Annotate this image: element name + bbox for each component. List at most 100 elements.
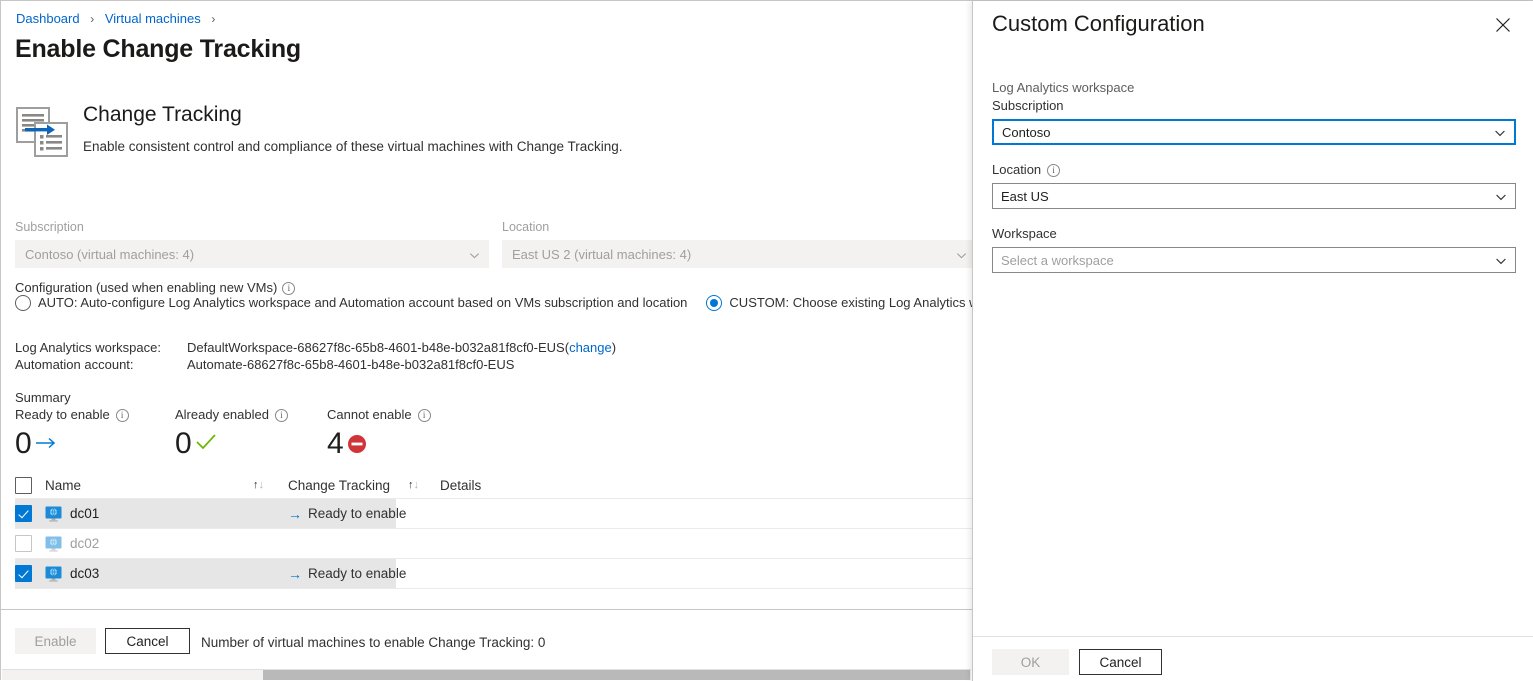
summary-card-already-value-row: 0	[175, 426, 327, 462]
info-icon[interactable]: i	[282, 281, 296, 295]
enable-change-tracking-blade: Dashboard › Virtual machines › Enable Ch…	[1, 1, 972, 681]
log-analytics-workspace-row: Log Analytics workspace: DefaultWorkspac…	[15, 339, 616, 356]
summary-card-already-label: Already enabled	[175, 407, 269, 422]
summary-card-cannot-header: Cannot enable i	[327, 406, 487, 424]
location-filter-label: Location	[502, 220, 550, 234]
workspace-info: Log Analytics workspace: DefaultWorkspac…	[15, 339, 616, 373]
column-header-details[interactable]: Details	[440, 478, 972, 493]
row-select-cell	[15, 565, 45, 582]
summary-card-cannot-value-row: 4	[327, 426, 487, 462]
radio-option-custom[interactable]: CUSTOM: Choose existing Log Analytics wo…	[706, 294, 972, 312]
breadcrumb-item-dashboard[interactable]: Dashboard	[16, 11, 80, 26]
blade-footer: Enable Cancel Number of virtual machines…	[1, 610, 972, 670]
custom-configuration-panel: Custom Configuration Log Analytics works…	[972, 1, 1533, 681]
breadcrumb-separator-icon: ›	[90, 12, 95, 26]
portal-window: Dashboard › Virtual machines › Enable Ch…	[0, 0, 1533, 681]
summary-card-ready-value-row: 0	[15, 426, 175, 462]
change-workspace-link[interactable]: change	[569, 340, 612, 355]
log-analytics-workspace-label: Log Analytics workspace:	[15, 340, 161, 355]
arrow-right-icon: →	[288, 565, 302, 582]
panel-location-label-text: Location	[992, 162, 1042, 177]
page-title: Enable Change Tracking	[15, 35, 301, 63]
panel-cancel-button[interactable]: Cancel	[1079, 649, 1162, 675]
horizontal-scrollbar-thumb[interactable]	[263, 670, 970, 680]
log-analytics-workspace-value: DefaultWorkspace-68627f8c-65b8-4601-b48e…	[187, 339, 616, 356]
column-header-name-label: Name	[45, 477, 82, 493]
summary-card-already-value: 0	[175, 427, 192, 460]
panel-group-label: Log Analytics workspace	[992, 80, 1135, 95]
row-checkbox[interactable]	[15, 505, 32, 522]
radio-option-auto[interactable]: AUTO: Auto-configure Log Analytics works…	[15, 294, 687, 312]
table-header-row: Name ↑↓ Change Tracking ↑↓ Details	[15, 472, 972, 499]
subscription-filter-label: Subscription	[15, 220, 84, 234]
radio-label-auto: AUTO: Auto-configure Log Analytics works…	[38, 295, 688, 310]
row-name-cell: dc03	[45, 566, 253, 582]
summary-card-ready-to-enable: Ready to enable i 0	[15, 406, 175, 462]
summary-card-ready-label: Ready to enable	[15, 407, 110, 422]
row-change-tracking-label: Ready to enable	[308, 566, 407, 581]
chevron-down-icon	[1494, 127, 1505, 138]
row-name-label: dc02	[70, 536, 100, 551]
automation-account-label: Automation account:	[15, 357, 134, 372]
chevron-down-icon	[1495, 255, 1506, 266]
breadcrumb: Dashboard › Virtual machines ›	[16, 10, 222, 28]
footer-note: Number of virtual machines to enable Cha…	[201, 635, 546, 650]
subscription-filter-value: Contoso (virtual machines: 4)	[25, 246, 195, 262]
chevron-down-icon	[1495, 191, 1506, 202]
subscription-filter-select[interactable]: Contoso (virtual machines: 4)	[15, 240, 489, 268]
breadcrumb-item-virtual-machines[interactable]: Virtual machines	[105, 11, 201, 26]
enable-button[interactable]: Enable	[15, 628, 96, 654]
row-checkbox[interactable]	[15, 535, 32, 552]
column-sort-change-tracking[interactable]: ↑↓	[408, 478, 440, 491]
row-select-cell	[15, 535, 45, 552]
table-row[interactable]: dc02	[15, 529, 972, 559]
location-filter-select[interactable]: East US 2 (virtual machines: 4)	[502, 240, 972, 268]
summary-card-cannot-value: 4	[327, 427, 344, 460]
info-icon[interactable]: i	[274, 408, 288, 422]
panel-subscription-label-text: Subscription	[992, 98, 1064, 113]
table-row[interactable]: dc03 → Ready to enable	[15, 559, 972, 589]
select-all-cell	[15, 476, 45, 494]
panel-workspace-label: Workspace	[992, 225, 1516, 243]
panel-title: Custom Configuration	[992, 11, 1205, 36]
column-sort-name[interactable]: ↑↓	[253, 479, 288, 491]
row-name-cell: dc01	[45, 506, 253, 522]
table-row[interactable]: dc01 → Ready to enable	[15, 499, 972, 529]
panel-location-label: Location i	[992, 161, 1516, 179]
panel-footer-divider	[973, 636, 1533, 637]
panel-subscription-value: Contoso	[1002, 124, 1051, 140]
select-all-checkbox[interactable]	[15, 476, 32, 494]
row-select-cell	[15, 505, 45, 522]
column-header-change-tracking[interactable]: Change Tracking	[288, 478, 408, 493]
virtual-machine-icon	[45, 506, 62, 522]
blocked-icon	[346, 426, 368, 462]
row-name-cell: dc02	[45, 536, 253, 552]
subscription-filter: Subscription Contoso (virtual machines: …	[15, 219, 489, 268]
panel-subscription-label: Subscription	[992, 97, 1516, 115]
row-checkbox[interactable]	[15, 565, 32, 582]
summary-title: Summary	[15, 390, 71, 405]
summary-card-already-header: Already enabled i	[175, 406, 327, 424]
column-header-name[interactable]: Name	[45, 478, 253, 493]
configuration-radio-group: AUTO: Auto-configure Log Analytics works…	[15, 294, 972, 312]
panel-ok-button[interactable]: OK	[992, 649, 1069, 675]
panel-workspace-select[interactable]: Select a workspace	[992, 247, 1516, 273]
change-tracking-icon	[15, 106, 71, 158]
sort-updown-icon: ↑↓	[408, 478, 419, 491]
cancel-button[interactable]: Cancel	[105, 628, 190, 654]
panel-location-select[interactable]: East US	[992, 183, 1516, 209]
info-icon[interactable]: i	[1047, 163, 1061, 177]
info-icon[interactable]: i	[417, 408, 431, 422]
close-icon[interactable]	[1492, 14, 1514, 36]
panel-subscription-select[interactable]: Contoso	[992, 119, 1516, 145]
arrow-right-icon: →	[288, 505, 302, 522]
paren-close: )	[611, 340, 617, 355]
summary-card-cannot-label: Cannot enable	[327, 407, 412, 422]
column-header-change-tracking-label: Change Tracking	[288, 477, 391, 493]
breadcrumb-separator-icon-2: ›	[211, 12, 216, 26]
info-icon[interactable]: i	[115, 408, 129, 422]
chevron-down-icon	[956, 249, 967, 260]
row-change-tracking-cell: → Ready to enable	[288, 506, 443, 521]
virtual-machine-icon	[45, 566, 62, 582]
